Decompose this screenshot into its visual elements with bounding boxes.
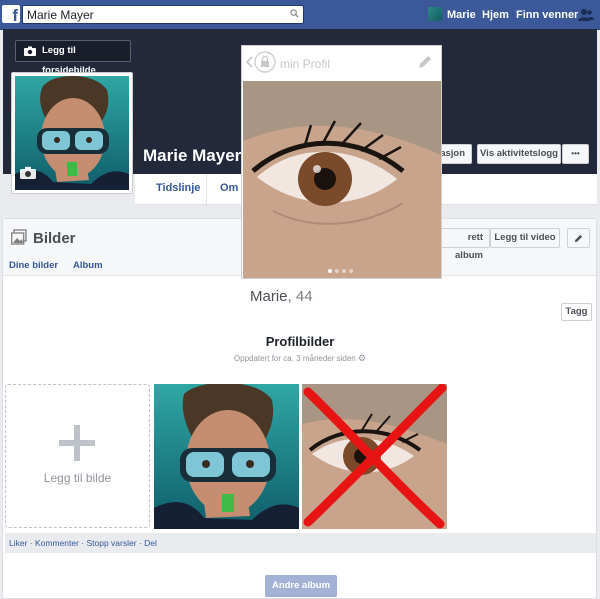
add-cover-photo-button[interactable]: Legg til forsidebilde — [15, 40, 131, 76]
profile-name[interactable]: Marie Mayer — [143, 146, 241, 166]
update-profile-photo-icon[interactable] — [20, 166, 36, 179]
add-video-button[interactable]: Legg til video — [490, 228, 560, 248]
create-album-button[interactable]: rett album — [438, 228, 490, 261]
edit-button[interactable] — [567, 228, 590, 248]
your-photos-link[interactable]: Dine bilder — [9, 260, 58, 271]
activity-log-button[interactable]: Vis aktivitetslogg — [477, 144, 561, 164]
overlay-title: min Profil — [280, 57, 331, 71]
photos-icon — [11, 229, 27, 245]
photos-title[interactable]: Bilder — [33, 230, 76, 247]
tab-divider — [206, 174, 207, 204]
activity-log-label: Vis aktivitetslogg — [480, 148, 558, 159]
facebook-logo-icon[interactable]: f — [2, 5, 20, 23]
nav-find-friends-link[interactable]: Finn venner — [516, 9, 578, 21]
overlay-eye-photo — [243, 81, 441, 278]
overlay-profile-card: min Profil — [241, 45, 442, 279]
create-album-label: rett album — [455, 232, 483, 261]
search-icon[interactable] — [290, 9, 299, 18]
album-updated: Oppdatert for ca. 3 måneder siden ⚙ — [0, 353, 600, 364]
update-info-label: asjon — [440, 148, 465, 159]
overlay-name: Marie — [250, 288, 288, 305]
album-updated-text: Oppdatert for ca. 3 måneder siden — [233, 354, 356, 363]
search-value: Marie Mayer — [27, 8, 94, 22]
gear-icon[interactable]: ⚙ — [358, 353, 366, 363]
nav-profile-link[interactable]: Marie — [447, 9, 476, 21]
back-chevron-icon[interactable] — [245, 56, 253, 68]
carousel-dots[interactable] — [327, 268, 357, 274]
tab-timeline[interactable]: Tidslinje — [156, 182, 200, 194]
photo-thumbnail-eye-crossed[interactable] — [302, 384, 447, 529]
tab-about[interactable]: Om — [220, 182, 238, 194]
albums-link[interactable]: Album — [73, 260, 103, 271]
photo-thumbnail-diver[interactable] — [154, 384, 299, 529]
album-title[interactable]: Profilbilder — [0, 334, 600, 349]
overlay-age: , 44 — [287, 288, 313, 305]
more-options-label: ••• — [571, 149, 580, 158]
plus-icon — [59, 425, 95, 461]
add-video-label: Legg til video — [494, 232, 556, 243]
lock-icon — [254, 51, 276, 73]
nav-avatar[interactable] — [428, 7, 442, 21]
overlay-name-age: Marie, 44 — [250, 288, 313, 305]
album-actions[interactable]: Liker · Kommenter · Stopp varsler · Del — [9, 538, 157, 548]
search-input[interactable]: Marie Mayer — [22, 5, 304, 24]
add-photo-label: Legg til bilde — [43, 471, 112, 485]
pencil-icon[interactable] — [417, 54, 433, 70]
nav-home-link[interactable]: Hjem — [482, 9, 509, 21]
friend-requests-icon[interactable] — [578, 8, 594, 21]
more-options-button[interactable]: ••• — [562, 144, 589, 164]
camera-icon — [24, 46, 36, 56]
add-photo-tile[interactable]: Legg til bilde — [5, 384, 150, 528]
tag-button[interactable]: Tagg — [561, 303, 592, 321]
pencil-icon — [574, 234, 583, 243]
other-albums-button[interactable]: Andre album — [265, 575, 337, 597]
